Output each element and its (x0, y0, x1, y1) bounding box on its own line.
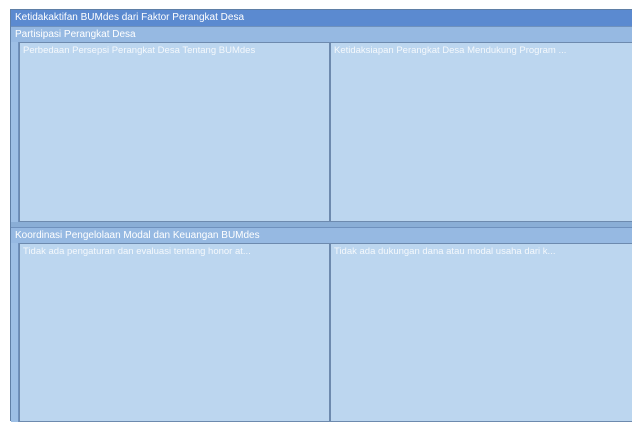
tile-ketidaksiapan[interactable]: Ketidaksiapan Perangkat Desa Mendukung P… (330, 42, 632, 222)
tile-perbedaan-persepsi[interactable]: Perbedaan Persepsi Perangkat Desa Tentan… (19, 42, 330, 222)
group-header-partisipasi[interactable]: Partisipasi Perangkat Desa (11, 26, 632, 42)
root-node-header[interactable]: Ketidakaktifan BUMdes dari Faktor Perang… (11, 10, 632, 26)
tile-tidak-ada-dukungan[interactable]: Tidak ada dukungan dana atau modal usaha… (330, 243, 632, 422)
group-header-koordinasi[interactable]: Koordinasi Pengelolaan Modal dan Keuanga… (11, 227, 632, 243)
treemap-frame: Ketidakaktifan BUMdes dari Faktor Perang… (10, 9, 632, 422)
tile-label: Ketidaksiapan Perangkat Desa Mendukung P… (334, 45, 567, 56)
tile-label: Perbedaan Persepsi Perangkat Desa Tentan… (23, 45, 256, 56)
tile-label: Tidak ada dukungan dana atau modal usaha… (334, 246, 556, 257)
tile-label: Tidak ada pengaturan dan evaluasi tentan… (23, 246, 251, 257)
tile-tidak-ada-pengaturan[interactable]: Tidak ada pengaturan dan evaluasi tentan… (19, 243, 330, 422)
group-side-bar (11, 42, 19, 222)
group-side-bar (11, 243, 19, 422)
